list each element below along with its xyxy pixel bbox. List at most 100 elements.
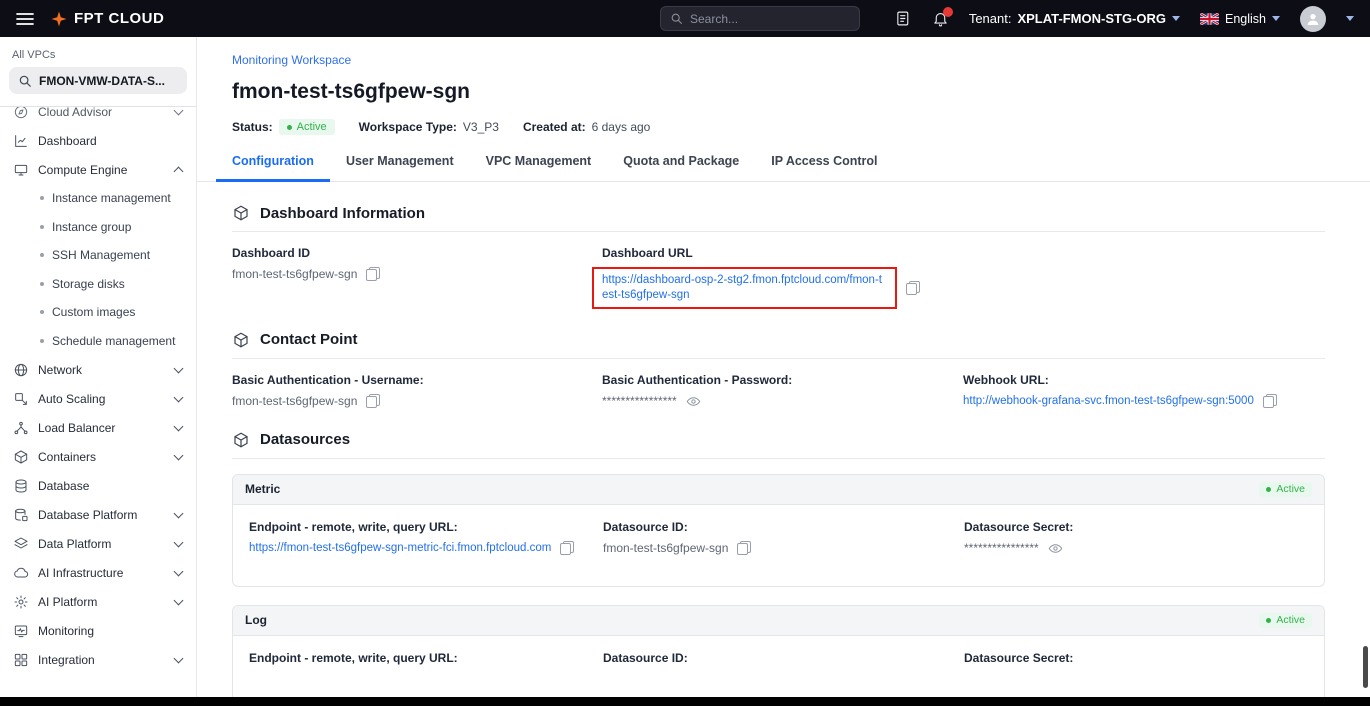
section-title: Dashboard Information <box>260 205 425 222</box>
sidebar-subitem-instance-management[interactable]: Instance management <box>0 184 196 213</box>
sidebar-item-label: Auto Scaling <box>38 392 105 406</box>
cube-icon <box>232 204 250 222</box>
tab-configuration[interactable]: Configuration <box>216 154 330 182</box>
chevron-down-icon[interactable] <box>1346 16 1354 21</box>
sidebar-item-load-balancer[interactable]: Load Balancer <box>0 413 196 442</box>
sidebar-item-label: Network <box>38 363 82 377</box>
field-label: Datasource ID: <box>603 520 964 534</box>
sidebar-subitem-instance-group[interactable]: Instance group <box>0 213 196 242</box>
sidebar-subitem-ssh-management[interactable]: SSH Management <box>0 241 196 270</box>
vpc-search-input[interactable]: FMON-VMW-DATA-S... <box>9 67 187 94</box>
box-icon <box>13 449 29 465</box>
status-badge: Active <box>1259 482 1312 497</box>
bullet-icon <box>40 196 44 200</box>
copy-icon[interactable] <box>560 541 574 555</box>
grid-icon <box>13 652 29 668</box>
tab-quota-and-package[interactable]: Quota and Package <box>607 154 755 182</box>
bell-icon[interactable] <box>932 10 949 27</box>
chevron-down-icon <box>174 363 184 373</box>
datasource-id-value: fmon-test-ts6gfpew-sgn <box>603 541 728 555</box>
user-avatar[interactable] <box>1300 6 1326 32</box>
language-selector[interactable]: English <box>1200 12 1280 26</box>
topbar-search-input[interactable]: Search... <box>660 6 860 31</box>
section-dashboard-information: Dashboard Information Dashboard ID fmon-… <box>232 204 1325 309</box>
scrollbar-thumb[interactable] <box>1363 646 1368 688</box>
sidebar-item-label: Integration <box>38 653 95 667</box>
sidebar-item-ai-platform[interactable]: AI Platform <box>0 587 196 616</box>
eye-icon[interactable] <box>1048 541 1063 556</box>
sidebar-subitem-schedule-management[interactable]: Schedule management <box>0 327 196 356</box>
chevron-down-icon <box>174 392 184 402</box>
chevron-down-icon <box>1172 16 1180 21</box>
sidebar-subitem-label: Instance group <box>52 220 131 234</box>
topbar-right-cluster: Tenant: XPLAT-FMON-STG-ORG English <box>895 6 1354 32</box>
sidebar-item-ai-infrastructure[interactable]: AI Infrastructure <box>0 558 196 587</box>
field-label: Endpoint - remote, write, query URL: <box>249 520 603 534</box>
field-basic-auth-username: Basic Authentication - Username: fmon-te… <box>232 373 602 408</box>
datasource-name: Metric <box>245 482 280 496</box>
field-datasource-secret: Datasource Secret: <box>964 651 1308 665</box>
workspace-type-label: Workspace Type: <box>359 120 457 134</box>
copy-icon[interactable] <box>1263 394 1277 408</box>
copy-icon[interactable] <box>366 267 380 281</box>
green-dot-icon <box>1266 618 1271 623</box>
field-label: Basic Authentication - Username: <box>232 373 602 387</box>
secret-masked-value: **************** <box>964 541 1039 555</box>
field-label: Datasource Secret: <box>964 651 1308 665</box>
cloud-icon <box>13 565 29 581</box>
dashboard-url-link[interactable]: https://dashboard-osp-2-stg2.fmon.fptclo… <box>602 273 887 303</box>
breadcrumb[interactable]: Monitoring Workspace <box>232 53 351 67</box>
gear-icon <box>13 594 29 610</box>
sidebar: All VPCs FMON-VMW-DATA-S... Cloud Adviso… <box>0 37 197 697</box>
sidebar-item-integration[interactable]: Integration <box>0 645 196 674</box>
brand-logo[interactable]: FPT CLOUD <box>50 10 164 28</box>
copy-icon[interactable] <box>737 541 751 555</box>
copy-icon[interactable] <box>906 281 920 295</box>
sidebar-item-compute-engine[interactable]: Compute Engine <box>0 155 196 184</box>
field-label: Webhook URL: <box>963 373 1325 387</box>
sidebar-item-auto-scaling[interactable]: Auto Scaling <box>0 384 196 413</box>
sidebar-item-label: Database <box>38 479 89 493</box>
sidebar-item-label: Database Platform <box>38 508 137 522</box>
tab-ip-access-control[interactable]: IP Access Control <box>755 154 893 182</box>
datasource-card-metric: Metric Active Endpoint - remote, write, … <box>232 474 1325 587</box>
tenant-value: XPLAT-FMON-STG-ORG <box>1017 11 1166 26</box>
sidebar-item-data-platform[interactable]: Data Platform <box>0 529 196 558</box>
chevron-down-icon <box>174 595 184 605</box>
sidebar-item-network[interactable]: Network <box>0 355 196 384</box>
main-content: Monitoring Workspace fmon-test-ts6gfpew-… <box>197 37 1370 697</box>
sidebar-subitem-custom-images[interactable]: Custom images <box>0 298 196 327</box>
field-datasource-secret: Datasource Secret: **************** <box>964 520 1308 556</box>
status-badge: Active <box>279 119 335 135</box>
sidebar-item-label: Monitoring <box>38 624 94 638</box>
bullet-icon <box>40 282 44 286</box>
tab-user-management[interactable]: User Management <box>330 154 470 182</box>
datasource-card-header: Log Active <box>233 606 1324 636</box>
tab-vpc-management[interactable]: VPC Management <box>470 154 608 182</box>
endpoint-url-link[interactable]: https://fmon-test-ts6gfpew-sgn-metric-fc… <box>249 542 551 554</box>
sidebar-item-containers[interactable]: Containers <box>0 442 196 471</box>
chevron-down-icon <box>174 537 184 547</box>
eye-icon[interactable] <box>686 394 701 409</box>
menu-icon[interactable] <box>16 12 34 26</box>
language-label: English <box>1225 12 1266 26</box>
sidebar-item-label: Containers <box>38 450 96 464</box>
sidebar-subitem-storage-disks[interactable]: Storage disks <box>0 270 196 299</box>
bullet-icon <box>40 253 44 257</box>
section-datasources: Datasources Metric Active Endpoint - rem… <box>232 431 1325 697</box>
sidebar-item-dashboard[interactable]: Dashboard <box>0 126 196 155</box>
copy-icon[interactable] <box>366 394 380 408</box>
tenant-selector[interactable]: Tenant: XPLAT-FMON-STG-ORG <box>969 11 1180 26</box>
sidebar-menu: Cloud Advisor Dashboard Compute Engine I… <box>0 97 196 674</box>
form-icon[interactable] <box>895 10 912 27</box>
sidebar-item-database-platform[interactable]: Database Platform <box>0 500 196 529</box>
sidebar-item-monitoring[interactable]: Monitoring <box>0 616 196 645</box>
webhook-url-link[interactable]: http://webhook-grafana-svc.fmon-test-ts6… <box>963 395 1254 407</box>
search-icon <box>18 74 32 88</box>
sidebar-item-cloud-advisor[interactable]: Cloud Advisor <box>0 97 196 126</box>
chevron-down-icon <box>1272 16 1280 21</box>
password-masked-value: **************** <box>602 394 677 408</box>
sidebar-subitem-label: Custom images <box>52 305 135 319</box>
chevron-down-icon <box>174 653 184 663</box>
sidebar-item-database[interactable]: Database <box>0 471 196 500</box>
